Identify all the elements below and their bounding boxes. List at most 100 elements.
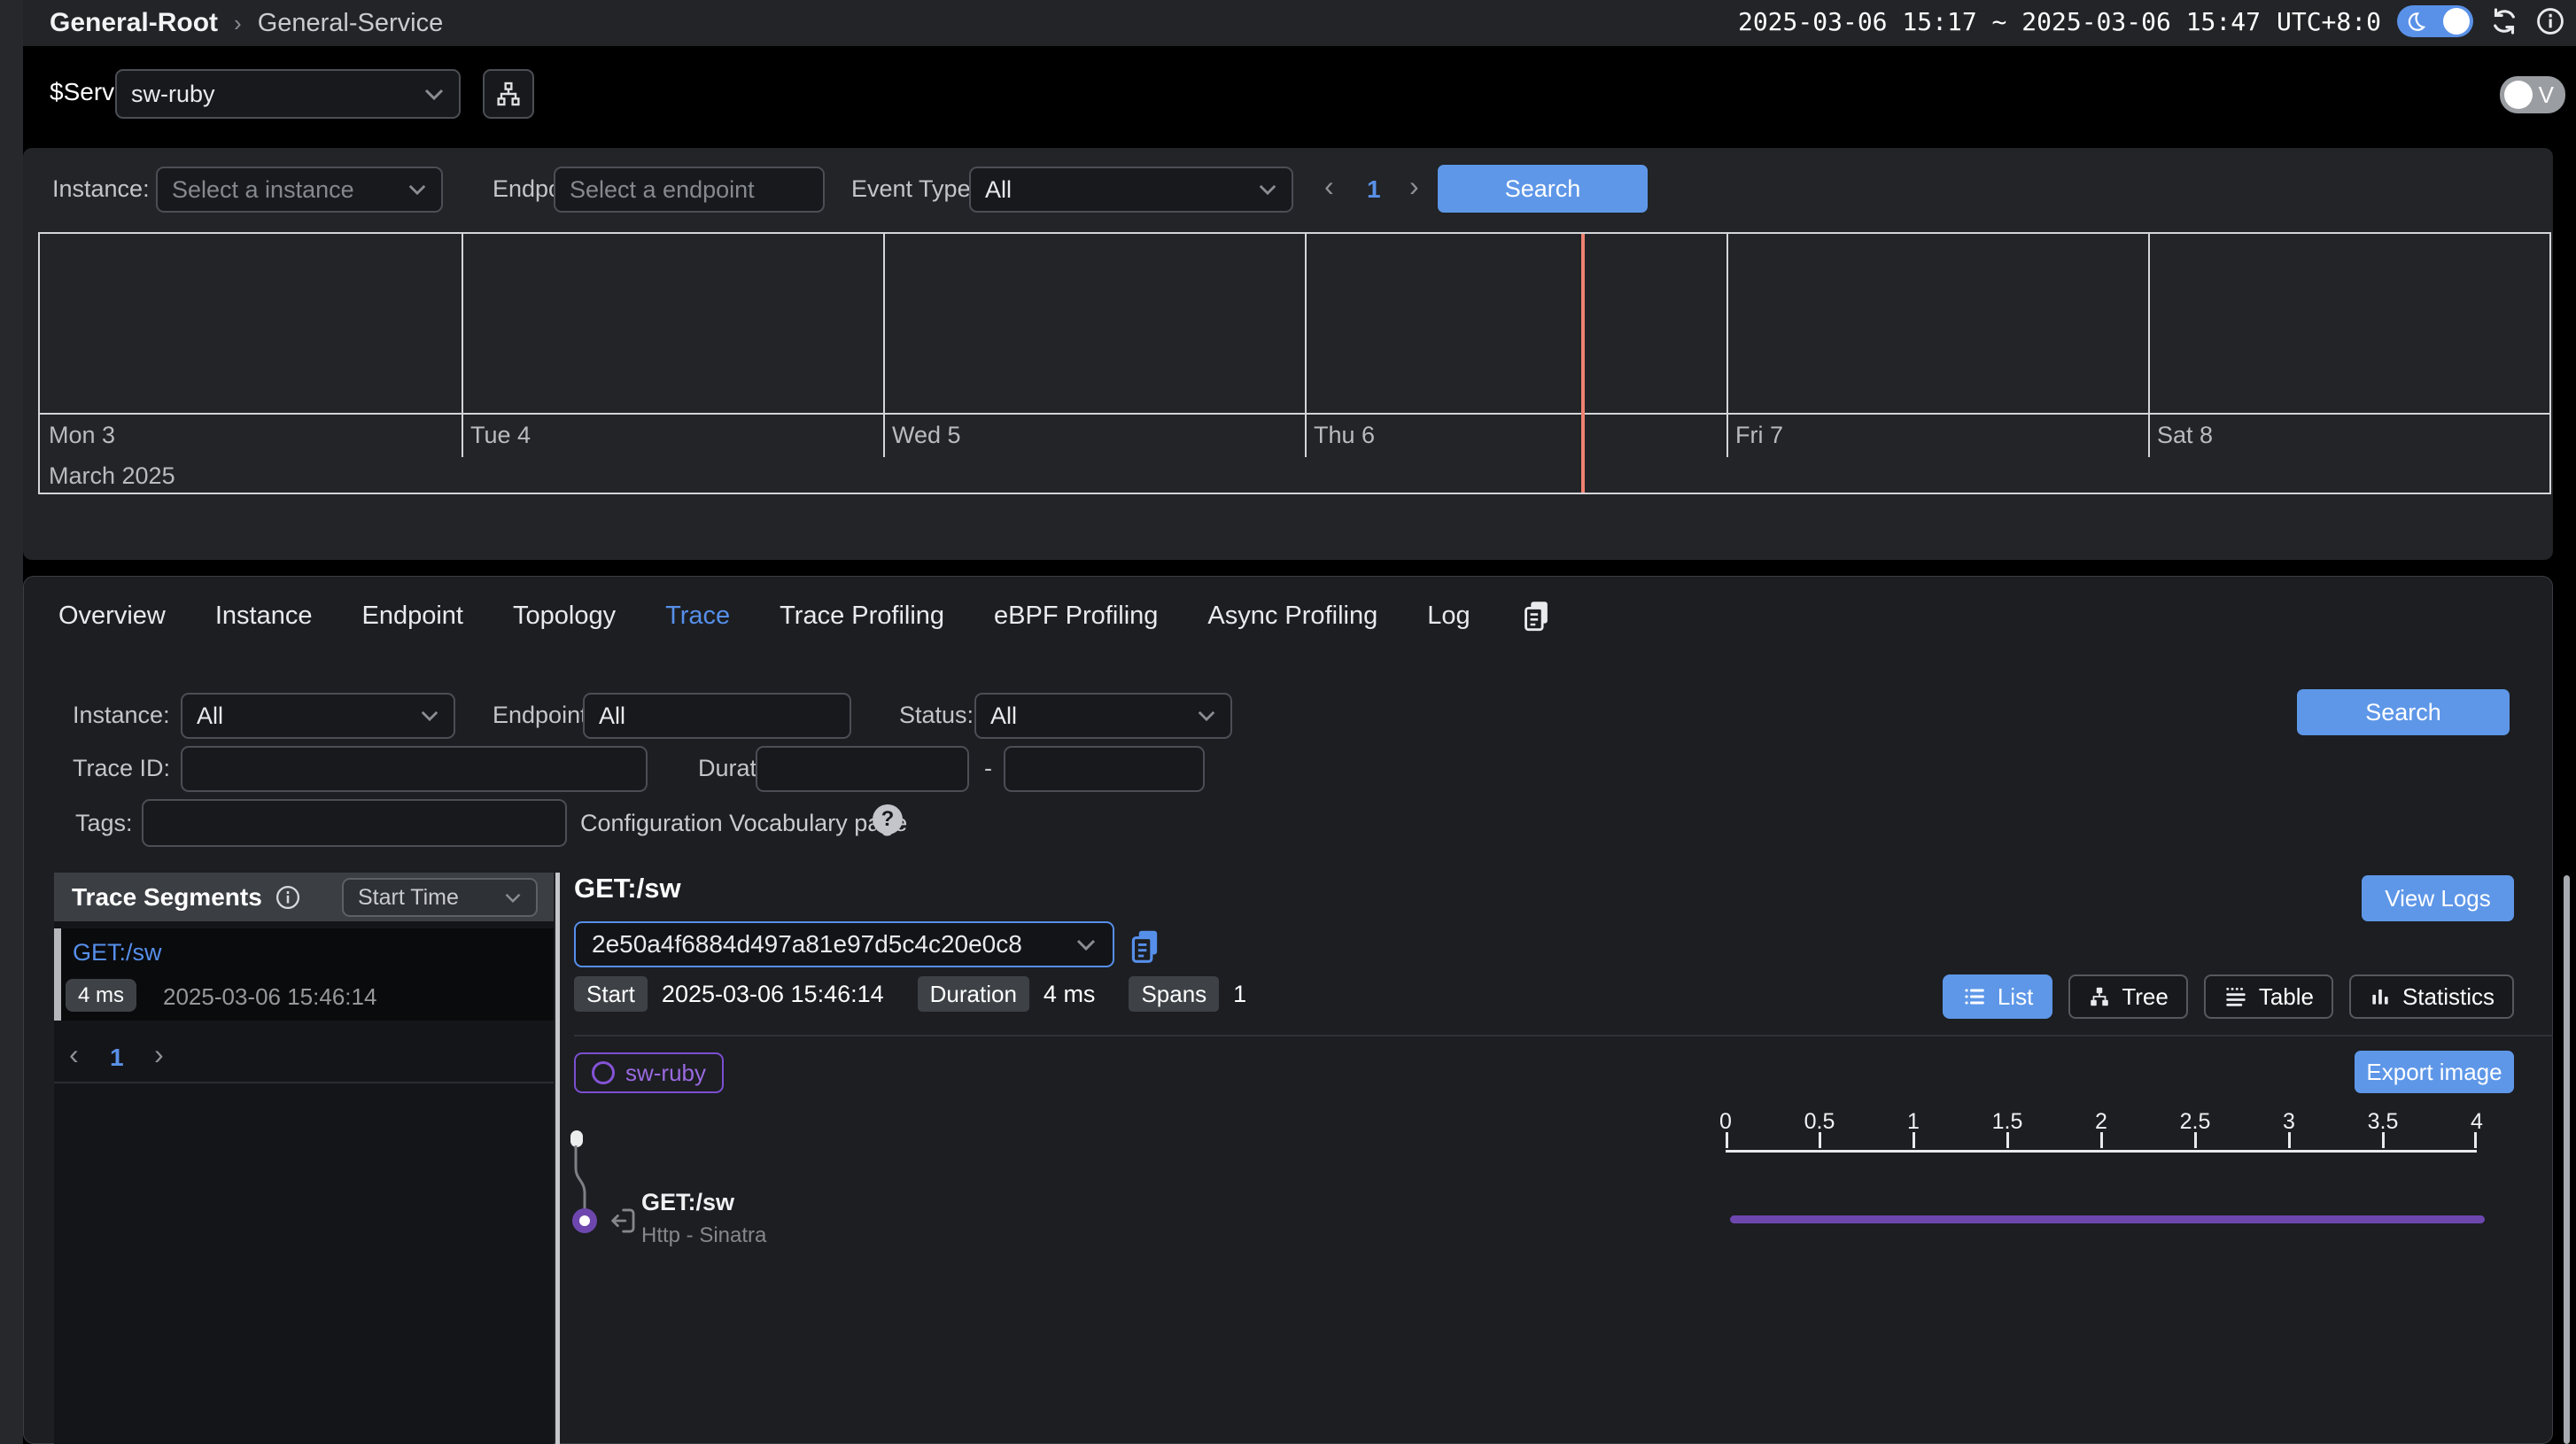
timezone[interactable]: UTC+8:0 (2277, 7, 2381, 36)
segment-list-item[interactable]: GET:/sw 4 ms 2025-03-06 15:46:14 (54, 928, 554, 1021)
time-range[interactable]: 2025-03-06 15:17 ~ 2025-03-06 15:47 (1738, 7, 2261, 36)
filter-status-select[interactable]: All (974, 693, 1232, 739)
event-prev-page[interactable]: ‹ (1324, 170, 1334, 203)
event-type-select[interactable]: All (969, 167, 1293, 213)
filter-tags-input[interactable] (142, 799, 567, 847)
calendar-gridline (462, 234, 463, 413)
duration-chip: Duration (918, 976, 1029, 1012)
copy-trace-id-icon[interactable] (1127, 927, 1162, 966)
view-logs-button[interactable]: View Logs (2362, 875, 2514, 921)
service-bar: $Service sw-ruby V (23, 46, 2576, 148)
event-type-value: All (985, 176, 1012, 204)
trace-id-value: 2e50a4f6884d497a81e97d5c4c20e0c8 (592, 930, 1022, 959)
info-icon[interactable] (2535, 6, 2565, 36)
view-list-label: List (1998, 983, 2033, 1011)
span-name[interactable]: GET:/sw (641, 1189, 734, 1216)
calendar-tick (2148, 413, 2150, 457)
calendar-tick (1726, 413, 1728, 457)
view-list-button[interactable]: List (1943, 974, 2052, 1019)
view-tree-button[interactable]: Tree (2068, 974, 2188, 1019)
event-page-number[interactable]: 1 (1367, 175, 1381, 204)
service-legend-chip[interactable]: sw-ruby (574, 1052, 724, 1093)
duration-value: 4 ms (1044, 981, 1096, 1008)
tab-instance[interactable]: Instance (215, 602, 313, 631)
trace-id-select[interactable]: 2e50a4f6884d497a81e97d5c4c20e0c8 (574, 921, 1114, 967)
event-calendar[interactable]: Mon 3 Tue 4 Wed 5 Thu 6 Fri 7 Sat 8 Marc… (38, 232, 2551, 494)
axis-tick-label: 2.5 (2180, 1109, 2211, 1135)
segments-sort-select[interactable]: Start Time (342, 878, 538, 917)
detail-divider (574, 1035, 2553, 1036)
view-mode-buttons: List Tree Table Statistics (1940, 974, 2514, 1019)
trace-meta-row: Start 2025-03-06 15:46:14 Duration 4 ms … (574, 976, 1246, 1012)
version-toggle[interactable]: V (2500, 76, 2565, 113)
service-select-value: sw-ruby (131, 81, 215, 108)
tab-topology[interactable]: Topology (513, 602, 616, 631)
event-next-page[interactable]: › (1409, 170, 1419, 203)
view-statistics-button[interactable]: Statistics (2349, 974, 2514, 1019)
filter-duration-min-input[interactable] (756, 746, 969, 792)
calendar-day-label: Tue 4 (470, 422, 531, 449)
filter-endpoint-label: Endpoint: (493, 702, 594, 729)
filter-endpoint-input[interactable]: All (583, 693, 851, 739)
scrollbar-thumb[interactable] (2564, 875, 2570, 1444)
event-type-label: Event Type: (851, 175, 977, 203)
time-axis: 0 0.5 1 1.5 2 2.5 3 3.5 4 (1726, 1113, 2477, 1153)
segments-info-icon[interactable] (275, 884, 301, 911)
chevron-down-icon (423, 88, 445, 101)
filter-duration-max-input[interactable] (1004, 746, 1205, 792)
tab-async-profiling[interactable]: Async Profiling (1207, 602, 1377, 631)
segments-prev-page[interactable]: ‹ (69, 1038, 79, 1071)
tab-trace[interactable]: Trace (665, 602, 730, 631)
filter-traceid-input[interactable] (181, 746, 648, 792)
axis-tick-label: 2 (2095, 1109, 2107, 1135)
tab-overview[interactable]: Overview (58, 602, 166, 631)
axis-tick-label: 4 (2471, 1109, 2483, 1135)
filter-instance-select[interactable]: All (181, 693, 455, 739)
axis-tick (1726, 1132, 1728, 1148)
refresh-icon[interactable] (2489, 6, 2519, 36)
segments-sort-value: Start Time (358, 885, 459, 911)
span-duration-bar[interactable] (1730, 1215, 2485, 1223)
chevron-down-icon (1258, 183, 1277, 196)
calendar-day-label: Mon 3 (49, 422, 115, 449)
segments-page-number[interactable]: 1 (110, 1044, 124, 1072)
segments-list: GET:/sw 4 ms 2025-03-06 15:46:14 ‹ 1 › (54, 921, 554, 1444)
chevron-down-icon (1075, 938, 1097, 951)
help-icon[interactable]: ? (873, 804, 903, 835)
event-search-button[interactable]: Search (1438, 165, 1648, 213)
chevron-down-icon (420, 710, 439, 722)
tab-trace-profiling[interactable]: Trace Profiling (780, 602, 944, 631)
current-time-marker (1581, 234, 1585, 493)
axis-tick-label: 1.5 (1992, 1109, 2023, 1135)
breadcrumb-root[interactable]: General-Root (50, 8, 218, 38)
chevron-down-icon (504, 892, 522, 904)
calendar-gridline (2148, 234, 2150, 413)
tree-icon (2088, 985, 2111, 1008)
topology-button[interactable] (483, 69, 534, 119)
tab-endpoint[interactable]: Endpoint (362, 602, 464, 631)
chevron-down-icon (1197, 710, 1216, 722)
view-table-button[interactable]: Table (2204, 974, 2333, 1019)
segments-next-page[interactable]: › (154, 1038, 164, 1071)
event-endpoint-input[interactable]: Select a endpoint (554, 167, 825, 213)
axis-tick-label: 1 (1907, 1109, 1920, 1135)
topology-icon (494, 80, 523, 108)
view-statistics-label: Statistics (2402, 983, 2495, 1011)
calendar-tick (1305, 413, 1307, 457)
theme-toggle[interactable] (2397, 5, 2473, 37)
segment-name[interactable]: GET:/sw (73, 939, 162, 967)
trace-search-button[interactable]: Search (2297, 689, 2510, 735)
tab-ebpf-profiling[interactable]: eBPF Profiling (994, 602, 1158, 631)
view-table-label: Table (2259, 983, 2314, 1011)
entry-span-icon (608, 1205, 638, 1237)
panel-resize-handle[interactable] (555, 873, 560, 1444)
service-select[interactable]: sw-ruby (115, 69, 461, 119)
widget-copy-icon[interactable] (1520, 598, 1552, 633)
span-node-dot[interactable] (572, 1208, 597, 1233)
event-instance-select[interactable]: Select a instance (156, 167, 443, 213)
start-value: 2025-03-06 15:46:14 (662, 981, 884, 1008)
vocabulary-link[interactable]: Configuration Vocabulary page (580, 810, 907, 837)
tab-log[interactable]: Log (1427, 602, 1470, 631)
export-image-button[interactable]: Export image (2355, 1051, 2514, 1093)
breadcrumb: General-Root › General-Service (50, 8, 443, 38)
